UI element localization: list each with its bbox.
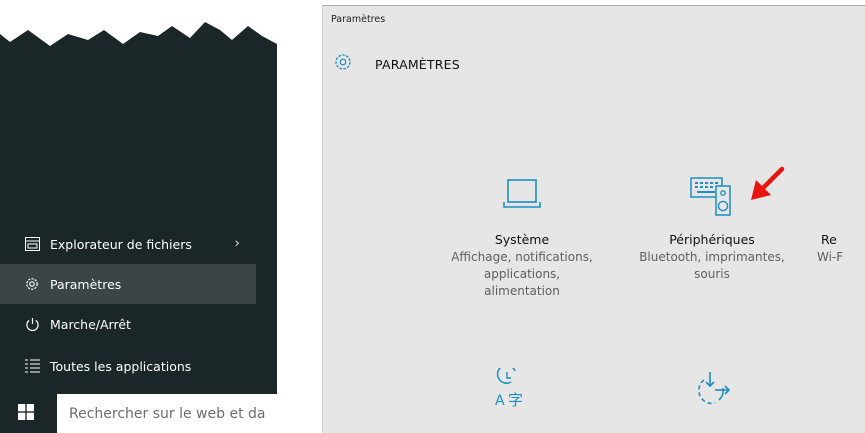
time-language-icon: A 字 bbox=[495, 368, 523, 408]
settings-header: PARAMÈTRES bbox=[333, 52, 460, 76]
chevron-right-icon[interactable]: › bbox=[234, 236, 240, 252]
tile-description: Bluetooth, imprimantes, souris bbox=[639, 250, 785, 281]
mountain-background bbox=[0, 0, 277, 46]
start-item-label: Explorateur de fichiers bbox=[50, 236, 192, 252]
start-item-power[interactable]: Marche/Arrêt bbox=[0, 304, 256, 344]
devices-icon bbox=[690, 177, 731, 216]
svg-text:字: 字 bbox=[508, 391, 523, 408]
windows-logo-icon bbox=[18, 403, 34, 424]
update-security-icon bbox=[698, 372, 731, 405]
start-item-label: Marche/Arrêt bbox=[50, 316, 131, 332]
svg-text:A: A bbox=[495, 393, 505, 408]
windows-start-button[interactable] bbox=[0, 394, 52, 433]
start-item-label: Toutes les applications bbox=[50, 358, 192, 374]
tile-title: Périphériques bbox=[669, 232, 755, 247]
tile-title: Système bbox=[494, 232, 550, 247]
window-title: Paramètres bbox=[331, 14, 386, 25]
annotation-arrow-icon bbox=[751, 166, 785, 200]
tile-description: Wi-F bbox=[817, 250, 844, 264]
taskbar: Rechercher sur le web et da bbox=[0, 394, 277, 433]
tile-title: Re bbox=[821, 232, 837, 247]
search-placeholder: Rechercher sur le web et da bbox=[69, 405, 266, 422]
start-item-file-explorer[interactable]: Explorateur de fichiers › bbox=[0, 224, 256, 264]
tile-description: Affichage, notifications, applications, … bbox=[451, 250, 593, 298]
start-item-all-apps[interactable]: Toutes les applications bbox=[0, 346, 256, 386]
search-input[interactable]: Rechercher sur le web et da bbox=[57, 394, 277, 433]
start-menu: Explorateur de fichiers › Paramètres Mar… bbox=[0, 0, 277, 433]
start-item-label: Paramètres bbox=[50, 276, 122, 292]
settings-window: Paramètres PARAMÈTRES Système Affichage,… bbox=[322, 5, 865, 433]
gear-icon bbox=[333, 52, 353, 76]
laptop-icon bbox=[503, 179, 541, 208]
power-icon bbox=[24, 316, 40, 332]
all-apps-icon bbox=[24, 358, 40, 374]
start-item-settings[interactable]: Paramètres bbox=[0, 264, 256, 304]
file-explorer-icon bbox=[24, 236, 40, 252]
gear-icon bbox=[24, 276, 40, 292]
page-title: PARAMÈTRES bbox=[375, 56, 460, 72]
